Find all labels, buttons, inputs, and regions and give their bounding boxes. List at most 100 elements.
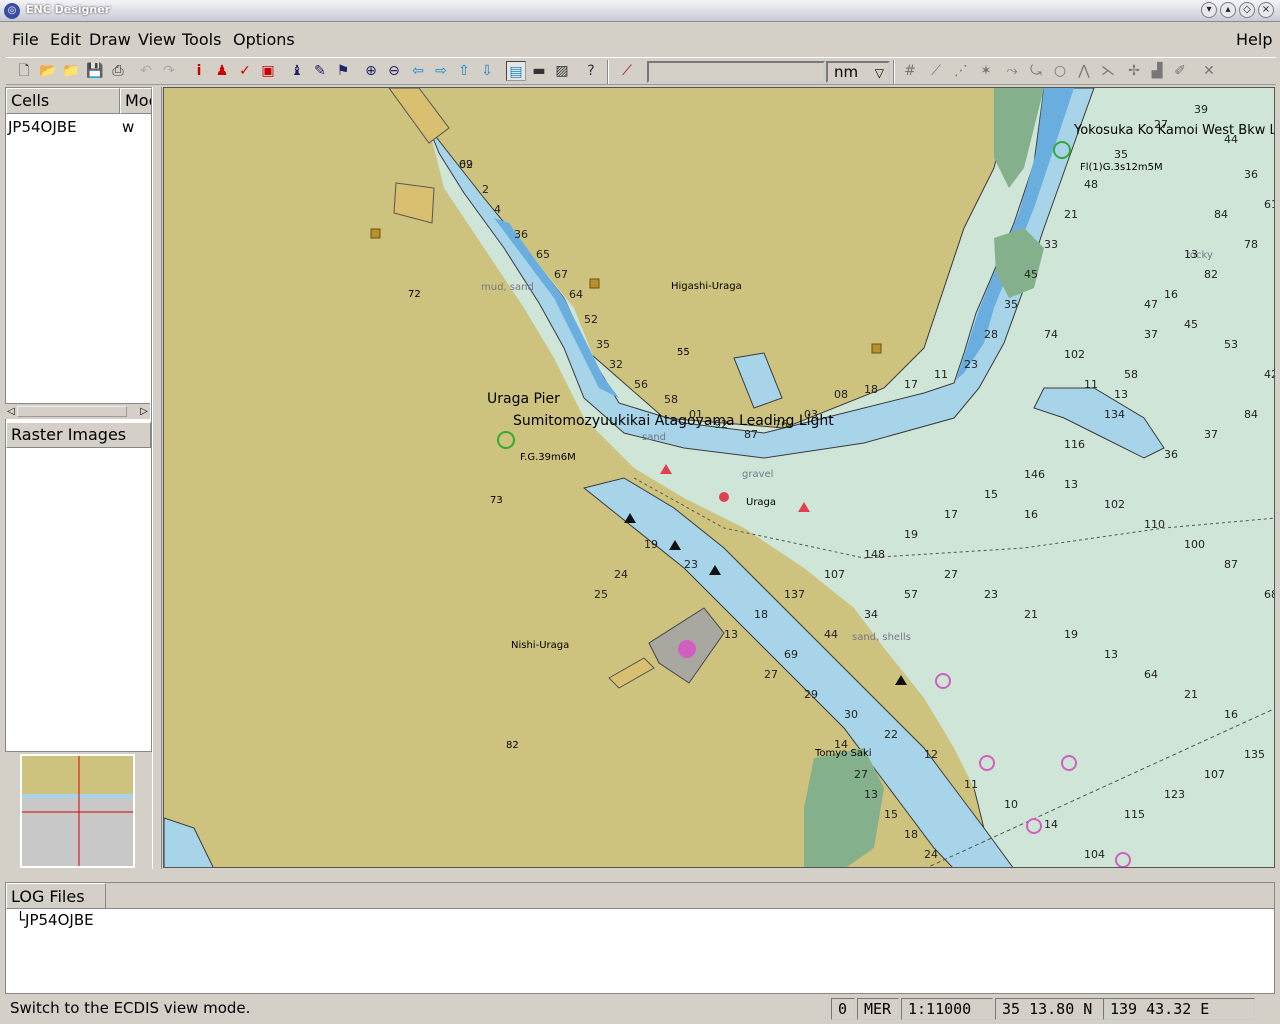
redo-icon[interactable]: ↷ bbox=[159, 61, 179, 81]
undo-icon[interactable]: ↶ bbox=[136, 61, 156, 81]
latitude-field: 35 13.80 N bbox=[995, 998, 1105, 1020]
land-height: 55 bbox=[677, 347, 690, 358]
label-light-char-2: Fl(1)G.3s12m5M bbox=[1080, 162, 1163, 173]
depth-sounding: 53 bbox=[1224, 338, 1238, 351]
star-tool-icon[interactable]: ✶ bbox=[976, 61, 996, 81]
zoom-out-icon[interactable]: ⊖ bbox=[384, 61, 404, 81]
depth-sounding: 137 bbox=[784, 588, 805, 601]
depth-sounding: 69 bbox=[784, 648, 798, 661]
cells-panel: Cells Moc JP54OJBE w Raster Images bbox=[5, 87, 152, 752]
depth-sounding: 11 bbox=[1084, 378, 1098, 391]
help-icon[interactable]: ? bbox=[581, 61, 601, 81]
move-tool-icon[interactable]: ⤳ bbox=[1002, 61, 1022, 81]
scroll-left-icon[interactable]: ◁ bbox=[5, 404, 17, 419]
menu-file[interactable]: File bbox=[12, 30, 39, 49]
chart-view[interactable]: Uraga Pier Sumitomozyuukikai Atagoyama L… bbox=[163, 87, 1275, 868]
line-tool-icon[interactable]: ⟋ bbox=[926, 61, 946, 81]
edit-feature-icon[interactable]: ✎ bbox=[310, 61, 330, 81]
minimize-icon[interactable]: ▾ bbox=[1201, 2, 1217, 18]
raster-images-header[interactable]: Raster Images bbox=[6, 422, 151, 448]
depth-sounding: 65 bbox=[536, 248, 550, 261]
grid-tool-icon[interactable]: # bbox=[900, 61, 920, 81]
depth-sounding: 09 bbox=[459, 158, 473, 171]
depth-sounding: 30 bbox=[844, 708, 858, 721]
print-icon[interactable]: ⎙ bbox=[108, 61, 128, 81]
menu-draw[interactable]: Draw bbox=[89, 30, 131, 49]
depth-sounding: 14 bbox=[1044, 818, 1058, 831]
scroll-thumb[interactable] bbox=[17, 406, 127, 417]
depth-sounding: 107 bbox=[824, 568, 845, 581]
pan-right-icon[interactable]: ⇨ bbox=[431, 61, 451, 81]
depth-sounding: 18 bbox=[864, 383, 878, 396]
overview-map[interactable] bbox=[20, 754, 135, 868]
measure-icon[interactable]: ⟋ bbox=[617, 61, 637, 81]
check-icon[interactable]: ✓ bbox=[235, 61, 255, 81]
mode-column-header[interactable]: Moc bbox=[120, 88, 152, 114]
dropdown-arrow-icon: ▽ bbox=[874, 66, 884, 80]
vertex-tool-icon[interactable]: ⋋ bbox=[1098, 61, 1118, 81]
menu-edit[interactable]: Edit bbox=[50, 30, 81, 49]
menu-help[interactable]: Help bbox=[1236, 30, 1272, 49]
menu-tools[interactable]: Tools bbox=[182, 30, 221, 49]
window-title: ENC Designer bbox=[26, 3, 111, 16]
circle-tool-icon[interactable]: ○ bbox=[1050, 61, 1070, 81]
depth-sounding: 21 bbox=[1024, 608, 1038, 621]
polyline-tool-icon[interactable]: ⋰ bbox=[951, 61, 971, 81]
rotate-tool-icon[interactable]: ⤿ bbox=[1026, 61, 1046, 81]
object-info-icon[interactable]: ♟ bbox=[212, 61, 232, 81]
attribute-icon[interactable]: ⚑ bbox=[333, 61, 353, 81]
depth-sounding: 148 bbox=[864, 548, 885, 561]
depth-sounding: 13 bbox=[1104, 648, 1118, 661]
cell-name[interactable]: JP54OJBE bbox=[8, 118, 77, 136]
restore-icon[interactable]: ◇ bbox=[1239, 2, 1255, 18]
cell-mode: w bbox=[122, 118, 135, 136]
query-icon[interactable]: ♝ bbox=[287, 61, 307, 81]
depth-sounding: 11 bbox=[964, 778, 978, 791]
cells-horizontal-scrollbar[interactable]: ◁ ▷ bbox=[5, 403, 150, 419]
toolbar: 🗋 📂 📁 💾 ⎙ ↶ ↷ i ♟ ✓ ▣ ♝ ✎ ⚑ ⊕ ⊖ ⇦ ⇨ ⇧ ⇩ … bbox=[6, 57, 1276, 85]
pan-left-icon[interactable]: ⇦ bbox=[408, 61, 428, 81]
night-view-icon[interactable]: ▬ bbox=[529, 61, 549, 81]
depth-sounding: 146 bbox=[1024, 468, 1045, 481]
attach-tool-icon[interactable]: ✐ bbox=[1170, 61, 1190, 81]
depth-sounding: 52 bbox=[584, 313, 598, 326]
scroll-right-icon[interactable]: ▷ bbox=[138, 404, 150, 419]
log-file-item[interactable]: └JP54OJBE bbox=[16, 911, 94, 929]
label-seabed-gravel: gravel bbox=[742, 469, 774, 480]
merge-tool-icon[interactable]: ▟ bbox=[1147, 61, 1167, 81]
split-tool-icon[interactable]: ✢ bbox=[1124, 61, 1144, 81]
menu-view[interactable]: View bbox=[138, 30, 176, 49]
pan-up-icon[interactable]: ⇧ bbox=[454, 61, 474, 81]
depth-sounding: 47 bbox=[1144, 298, 1158, 311]
day-view-icon[interactable]: ▨ bbox=[552, 61, 572, 81]
depth-sounding: 13 bbox=[1114, 388, 1128, 401]
save-icon[interactable]: 💾 bbox=[85, 61, 105, 81]
cells-column-header[interactable]: Cells bbox=[6, 88, 120, 114]
depth-sounding: 67 bbox=[554, 268, 568, 281]
unit-select[interactable]: nm ▽ bbox=[826, 61, 890, 83]
depth-sounding: 34 bbox=[864, 608, 878, 621]
depth-sounding: 87 bbox=[1224, 558, 1238, 571]
depth-sounding: 68 bbox=[1264, 588, 1274, 601]
open-folder-icon[interactable]: 📂 bbox=[38, 61, 58, 81]
distance-field[interactable] bbox=[647, 61, 825, 83]
log-files-header[interactable]: LOG Files bbox=[6, 883, 106, 909]
info-icon[interactable]: i bbox=[189, 61, 209, 81]
new-file-icon[interactable]: 🗋 bbox=[14, 61, 34, 81]
panel-splitter[interactable] bbox=[152, 87, 162, 869]
close-icon[interactable]: × bbox=[1258, 2, 1274, 18]
menu-options[interactable]: Options bbox=[233, 30, 295, 49]
pan-down-icon[interactable]: ⇩ bbox=[477, 61, 497, 81]
label-seabed-mud-sand: mud, sand bbox=[481, 282, 534, 293]
chart-vertical-scrollbar[interactable] bbox=[1275, 87, 1280, 868]
node-tool-icon[interactable]: ⋀ bbox=[1074, 61, 1094, 81]
open-recent-icon[interactable]: 📁 bbox=[61, 61, 81, 81]
chart-canvas[interactable] bbox=[164, 88, 1275, 868]
ecdis-view-icon[interactable]: ▤ bbox=[506, 61, 526, 81]
delete-tool-icon[interactable]: ✕ bbox=[1199, 61, 1219, 81]
depth-sounding: 16 bbox=[1024, 508, 1038, 521]
depth-sounding: 4 bbox=[494, 203, 501, 216]
maximize-icon[interactable]: ▴ bbox=[1220, 2, 1236, 18]
zoom-in-icon[interactable]: ⊕ bbox=[361, 61, 381, 81]
stamp-icon[interactable]: ▣ bbox=[258, 61, 278, 81]
